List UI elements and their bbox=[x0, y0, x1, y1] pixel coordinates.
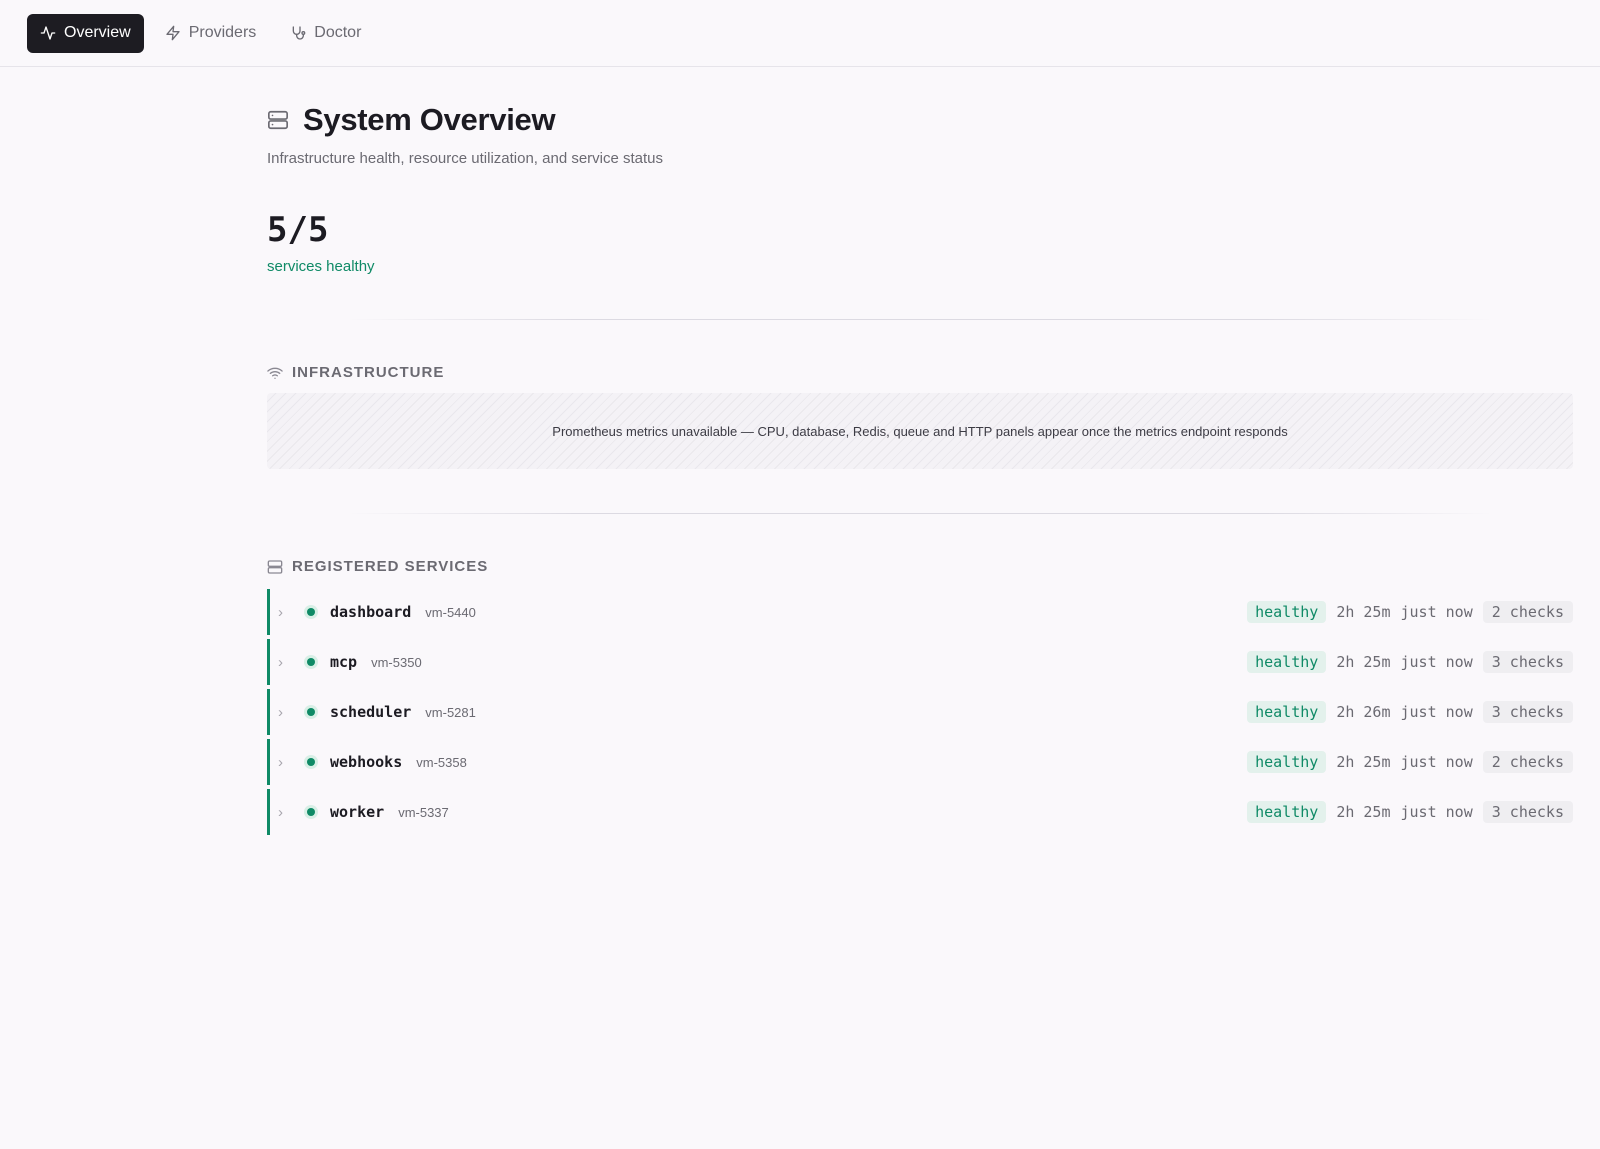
service-last-seen: just now bbox=[1400, 603, 1473, 621]
infrastructure-heading: INFRASTRUCTURE bbox=[267, 364, 1573, 381]
service-name: dashboard bbox=[330, 603, 412, 621]
service-meta: healthy 2h 25m just now 2 checks bbox=[1247, 739, 1573, 785]
service-host: vm-5440 bbox=[425, 604, 476, 620]
checks-badge: 3 checks bbox=[1482, 701, 1573, 723]
service-row-webhooks[interactable]: › webhooks vm-5358 healthy 2h 25m just n… bbox=[267, 739, 1573, 785]
tab-doctor-label: Doctor bbox=[314, 24, 362, 41]
zap-icon bbox=[166, 25, 180, 41]
service-uptime: 2h 25m bbox=[1336, 803, 1391, 821]
chevron-right-icon[interactable]: › bbox=[278, 654, 298, 671]
service-name: webhooks bbox=[330, 753, 403, 771]
status-badge: healthy bbox=[1247, 701, 1327, 723]
divider bbox=[347, 513, 1493, 514]
service-meta: healthy 2h 25m just now 3 checks bbox=[1247, 639, 1573, 685]
tab-providers-label: Providers bbox=[188, 24, 257, 41]
tab-doctor[interactable]: Doctor bbox=[277, 14, 374, 53]
service-meta: healthy 2h 26m just now 3 checks bbox=[1247, 689, 1573, 735]
main-content: System Overview Infrastructure health, r… bbox=[267, 67, 1573, 839]
status-dot bbox=[304, 655, 318, 669]
checks-badge: 3 checks bbox=[1482, 801, 1573, 823]
service-uptime: 2h 26m bbox=[1336, 703, 1391, 721]
infrastructure-heading-label: INFRASTRUCTURE bbox=[292, 364, 445, 381]
page-subtitle: Infrastructure health, resource utilizat… bbox=[267, 150, 664, 167]
checks-badge: 3 checks bbox=[1482, 651, 1573, 673]
service-host: vm-5337 bbox=[398, 804, 449, 820]
service-name: scheduler bbox=[330, 703, 412, 721]
service-row-scheduler[interactable]: › scheduler vm-5281 healthy 2h 26m just … bbox=[267, 689, 1573, 735]
status-dot bbox=[304, 605, 318, 619]
tab-overview[interactable]: Overview bbox=[27, 13, 144, 53]
service-name: worker bbox=[330, 803, 385, 821]
server-icon bbox=[268, 110, 288, 130]
services-heading: REGISTERED SERVICES bbox=[267, 558, 1573, 575]
service-last-seen: just now bbox=[1400, 753, 1473, 771]
server-icon bbox=[267, 559, 283, 574]
service-last-seen: just now bbox=[1400, 803, 1473, 821]
service-meta: healthy 2h 25m just now 2 checks bbox=[1247, 589, 1573, 635]
tab-overview-label: Overview bbox=[64, 24, 131, 41]
service-host: vm-5281 bbox=[425, 704, 476, 720]
service-host: vm-5358 bbox=[416, 754, 467, 770]
service-uptime: 2h 25m bbox=[1336, 753, 1391, 771]
tab-providers[interactable]: Providers bbox=[152, 14, 270, 53]
status-badge: healthy bbox=[1247, 801, 1327, 823]
service-row-worker[interactable]: › worker vm-5337 healthy 2h 25m just now… bbox=[267, 789, 1573, 835]
status-dot bbox=[304, 805, 318, 819]
chevron-right-icon[interactable]: › bbox=[278, 804, 298, 821]
metrics-unavailable-message: Prometheus metrics unavailable — CPU, da… bbox=[552, 423, 1288, 439]
stethoscope-icon bbox=[292, 26, 306, 40]
service-uptime: 2h 25m bbox=[1336, 653, 1391, 671]
checks-badge: 2 checks bbox=[1482, 751, 1573, 773]
healthy-count: 5/5 bbox=[267, 210, 329, 250]
page-title: System Overview bbox=[303, 102, 556, 137]
healthy-count-label: services healthy bbox=[267, 258, 375, 275]
chevron-right-icon[interactable]: › bbox=[278, 754, 298, 771]
status-badge: healthy bbox=[1247, 601, 1327, 623]
services-heading-label: REGISTERED SERVICES bbox=[292, 558, 489, 575]
metrics-unavailable-panel: Prometheus metrics unavailable — CPU, da… bbox=[267, 393, 1573, 469]
status-badge: healthy bbox=[1247, 651, 1327, 673]
status-dot bbox=[304, 705, 318, 719]
wifi-icon bbox=[267, 367, 283, 379]
service-row-mcp[interactable]: › mcp vm-5350 healthy 2h 25m just now 3 … bbox=[267, 639, 1573, 685]
status-dot bbox=[304, 755, 318, 769]
checks-badge: 2 checks bbox=[1482, 601, 1573, 623]
divider bbox=[347, 319, 1493, 320]
service-meta: healthy 2h 25m just now 3 checks bbox=[1247, 789, 1573, 835]
service-uptime: 2h 25m bbox=[1336, 603, 1391, 621]
activity-icon bbox=[40, 26, 56, 40]
service-host: vm-5350 bbox=[371, 654, 422, 670]
service-last-seen: just now bbox=[1400, 703, 1473, 721]
service-name: mcp bbox=[330, 653, 358, 671]
title-row: System Overview bbox=[267, 102, 1573, 138]
service-last-seen: just now bbox=[1400, 653, 1473, 671]
chevron-right-icon[interactable]: › bbox=[278, 704, 298, 721]
service-row-dashboard[interactable]: › dashboard vm-5440 healthy 2h 25m just … bbox=[267, 589, 1573, 635]
chevron-right-icon[interactable]: › bbox=[278, 604, 298, 621]
services-list: › dashboard vm-5440 healthy 2h 25m just … bbox=[267, 589, 1573, 835]
top-nav: Overview Providers Doctor bbox=[0, 0, 1600, 67]
status-badge: healthy bbox=[1247, 751, 1327, 773]
